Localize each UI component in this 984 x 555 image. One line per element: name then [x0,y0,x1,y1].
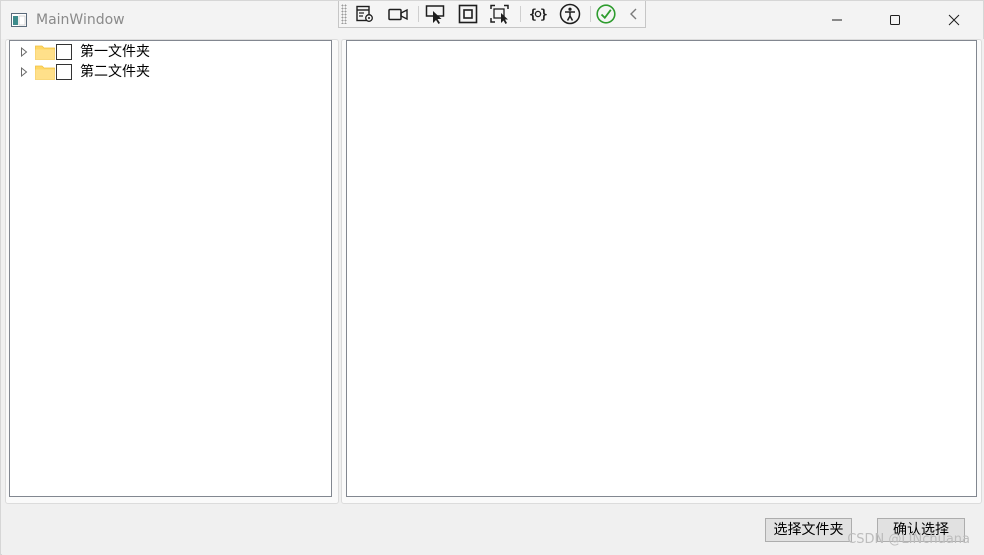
display-layout-adorners-icon[interactable] [456,3,480,25]
close-button[interactable] [925,1,983,39]
track-focus-icon[interactable] [488,3,512,25]
folder-icon [35,44,55,60]
client-area: 第一文件夹 第二文件夹 选择文件夹 确认选择 CSDN @LINchuana [2,39,984,555]
folder-tree-view[interactable]: 第一文件夹 第二文件夹 [9,40,332,497]
toolbar-separator [418,6,419,22]
app-window-icon [11,12,27,27]
record-icon[interactable] [386,3,410,25]
main-window: MainWindow {} 第一文件夹 第二文件夹 选择文件夹 确认选择 CS… [0,0,984,555]
live-visual-tree-icon[interactable] [353,3,377,25]
tree-item-label: 第一文件夹 [80,44,150,60]
title-bar[interactable]: MainWindow {} [1,1,983,39]
content-list-panel[interactable] [346,40,977,497]
minimize-icon [832,19,842,21]
expand-arrow-icon[interactable] [19,47,29,57]
binding-failures-icon[interactable]: { } [526,3,550,25]
tree-item[interactable]: 第二文件夹 [10,62,150,82]
toolbar-separator [520,6,521,22]
tree-item[interactable]: 第一文件夹 [10,42,150,62]
tree-item-label: 第二文件夹 [80,64,150,80]
window-title: MainWindow [36,12,125,28]
tree-item-checkbox[interactable] [56,44,72,60]
toolbar-grip[interactable] [341,4,347,24]
collapse-icon[interactable] [622,3,646,25]
select-folder-button[interactable]: 选择文件夹 [765,518,852,542]
svg-text:}: } [540,8,548,23]
toolbar-separator [590,6,591,22]
expand-arrow-icon[interactable] [19,67,29,77]
tree-item-checkbox[interactable] [56,64,72,80]
accessibility-icon[interactable] [558,3,582,25]
hot-reload-ok-icon[interactable] [594,3,618,25]
folder-icon [35,64,55,80]
xaml-debug-toolbar: { } [338,1,646,28]
maximize-button[interactable] [866,1,924,39]
maximize-icon [890,15,900,25]
select-element-icon[interactable] [424,3,448,25]
watermark-text: CSDN @LINchuana [847,532,970,547]
minimize-button[interactable] [808,1,866,39]
close-icon [948,14,960,26]
